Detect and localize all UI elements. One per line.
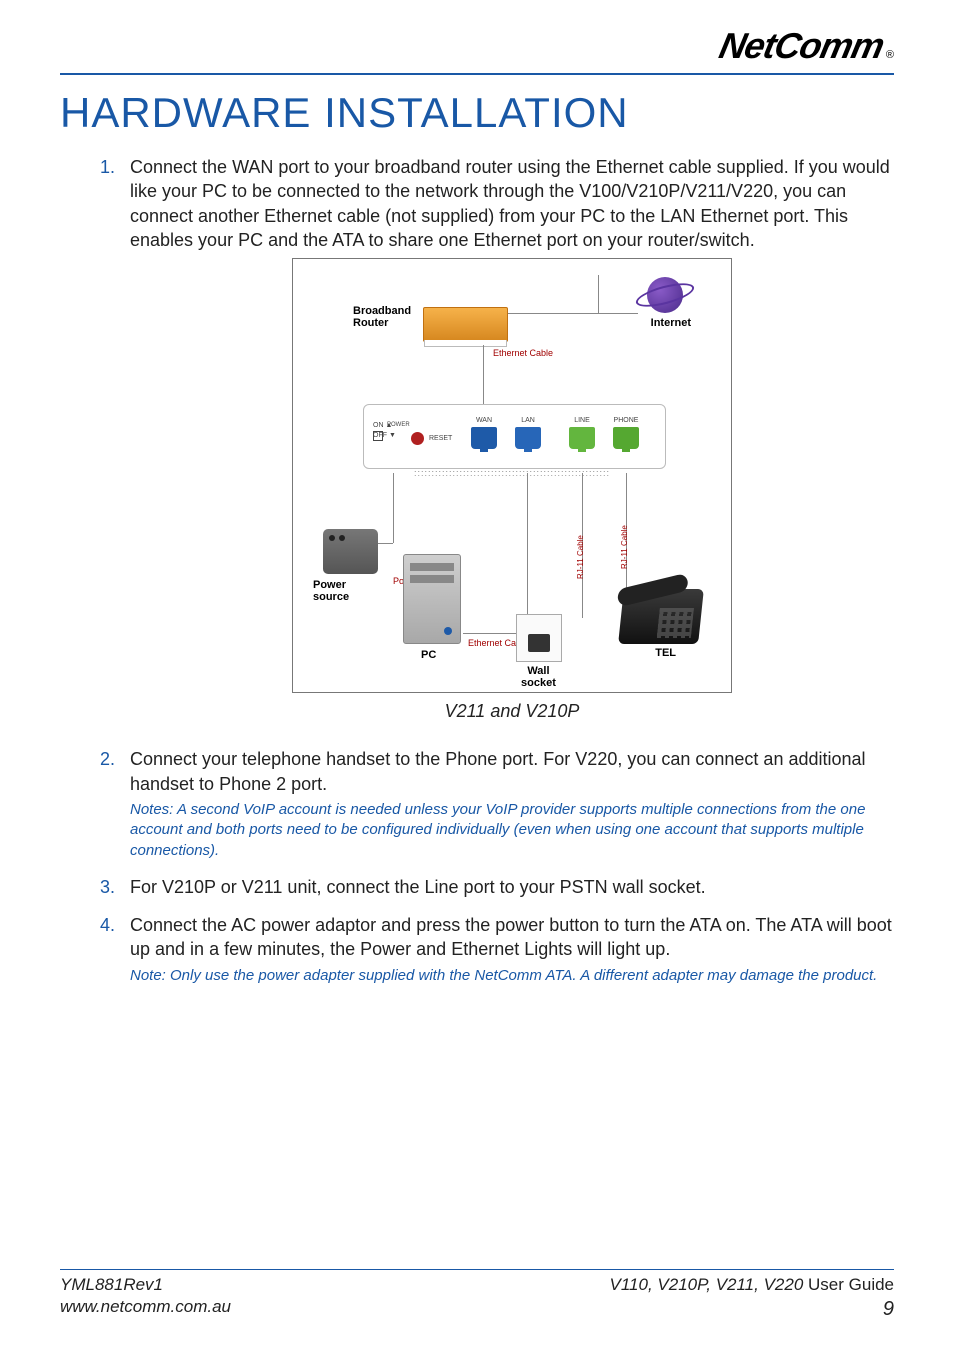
step-body: For V210P or V211 unit, connect the Line… xyxy=(130,875,894,899)
step-text: Connect the WAN port to your broadband r… xyxy=(130,157,890,250)
doc-revision: YML881Rev1 xyxy=(60,1274,231,1296)
globe-icon xyxy=(647,277,683,313)
diagram-wrap: BroadbandRouter Internet Ethernet Cable … xyxy=(130,258,894,723)
page-number: 9 xyxy=(610,1296,894,1322)
step-number: 1. xyxy=(100,155,130,733)
label-line: LINE xyxy=(569,416,595,425)
steps-list: 1. Connect the WAN port to your broadban… xyxy=(60,155,894,986)
pc-icon xyxy=(403,554,461,644)
footer-url: www.netcomm.com.au xyxy=(60,1296,231,1318)
connection-diagram: BroadbandRouter Internet Ethernet Cable … xyxy=(292,258,732,693)
line xyxy=(508,313,638,314)
label-ethernet-top: Ethernet Cable xyxy=(493,347,553,359)
port-lan-icon xyxy=(515,427,541,449)
line xyxy=(378,543,393,544)
line xyxy=(598,275,599,313)
brand-logo: NetComm xyxy=(715,25,887,67)
line xyxy=(393,473,394,543)
footer-divider xyxy=(60,1269,894,1270)
guide-models: V110, V210P, V211, V220 xyxy=(610,1275,804,1294)
diagram-caption: V211 and V210P xyxy=(445,699,580,723)
line xyxy=(527,473,528,633)
step-text: Connect your telephone handset to the Ph… xyxy=(130,749,866,793)
port-phone-icon xyxy=(613,427,639,449)
step-3: 3. For V210P or V211 unit, connect the L… xyxy=(100,875,894,899)
vent-dots: ::::::::::::::::::::::::::::::::::::::::… xyxy=(393,467,631,477)
label-internet: Internet xyxy=(651,317,691,329)
footer-right: V110, V210P, V211, V220 User Guide 9 xyxy=(610,1274,894,1322)
label-phone: PHONE xyxy=(613,416,639,425)
step-number: 4. xyxy=(100,913,130,986)
step-body: Connect the AC power adaptor and press t… xyxy=(130,913,894,986)
page-title: HARDWARE INSTALLATION xyxy=(60,89,894,137)
phone-icon xyxy=(618,589,704,644)
header-divider xyxy=(60,73,894,75)
router-icon xyxy=(423,307,508,342)
label-rj11-2: RJ-11 Cable xyxy=(620,525,631,569)
step-body: Connect your telephone handset to the Ph… xyxy=(130,747,894,860)
step-text: For V210P or V211 unit, connect the Line… xyxy=(130,877,706,897)
power-adapter-icon xyxy=(323,529,378,574)
step-text: Connect the AC power adaptor and press t… xyxy=(130,915,892,959)
port-line-icon xyxy=(569,427,595,449)
label-tel: TEL xyxy=(655,647,676,659)
guide-suffix: User Guide xyxy=(803,1275,894,1294)
header: NetComm ® xyxy=(60,25,894,67)
label-lan: LAN xyxy=(515,416,541,425)
label-router: BroadbandRouter xyxy=(353,305,411,329)
step-1: 1. Connect the WAN port to your broadban… xyxy=(100,155,894,733)
power-led-icon xyxy=(373,431,383,441)
port-wan-icon xyxy=(471,427,497,449)
label-reset: RESET xyxy=(429,434,452,443)
step-number: 3. xyxy=(100,875,130,899)
step-number: 2. xyxy=(100,747,130,860)
wall-socket-icon xyxy=(528,634,550,652)
label-power-led: POWER xyxy=(387,421,410,429)
label-rj11-1: RJ-11 Cable xyxy=(576,535,587,579)
label-wall-socket: Wallsocket xyxy=(521,665,556,689)
step-4: 4. Connect the AC power adaptor and pres… xyxy=(100,913,894,986)
label-pc: PC xyxy=(421,649,436,661)
step-body: Connect the WAN port to your broadband r… xyxy=(130,155,894,733)
step-2: 2. Connect your telephone handset to the… xyxy=(100,747,894,860)
label-wan: WAN xyxy=(471,416,497,425)
label-power-source: Powersource xyxy=(313,579,349,603)
line xyxy=(483,345,484,405)
footer: YML881Rev1 www.netcomm.com.au V110, V210… xyxy=(60,1269,894,1322)
footer-left: YML881Rev1 www.netcomm.com.au xyxy=(60,1274,231,1322)
step-note: Notes: A second VoIP account is needed u… xyxy=(130,800,894,861)
step-note: Note: Only use the power adapter supplie… xyxy=(130,966,894,986)
registered-mark: ® xyxy=(886,49,894,61)
